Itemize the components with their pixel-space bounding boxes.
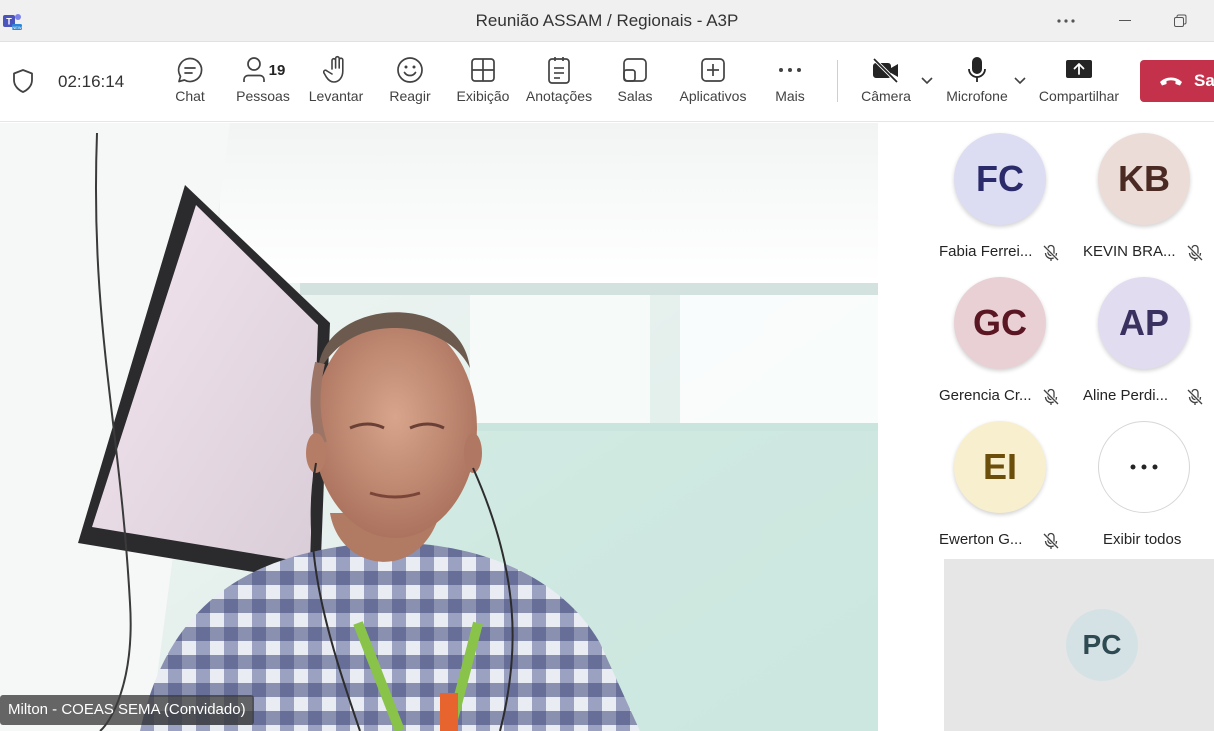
mic-off-icon — [1042, 532, 1060, 550]
microphone-button[interactable]: Microfone — [944, 54, 1010, 114]
camera-options-chevron-icon[interactable] — [920, 76, 934, 86]
participant-tile[interactable]: FC Fabia Ferrei... — [934, 131, 1064, 262]
participant-tile[interactable]: KB KEVIN BRA... — [1078, 131, 1208, 262]
avatar-initials: GC — [973, 302, 1027, 343]
raise-hand-label: Levantar — [308, 88, 364, 104]
minimize-button[interactable] — [1105, 6, 1145, 36]
breakout-rooms-button[interactable]: Salas — [617, 54, 653, 114]
avatar-initials: FC — [976, 158, 1024, 199]
pinned-participant-tile[interactable]: PC — [944, 559, 1214, 731]
rooms-label: Salas — [617, 88, 653, 104]
participant-video-feed — [0, 123, 878, 731]
avatar: AP — [1098, 277, 1190, 369]
participant-tile[interactable]: GC Gerencia Cr... — [934, 275, 1064, 406]
toolbar-divider — [837, 60, 838, 102]
shield-icon[interactable] — [11, 68, 35, 94]
microphone-options-chevron-icon[interactable] — [1013, 76, 1027, 86]
show-all-circle — [1098, 421, 1190, 513]
view-label: Exibição — [456, 88, 510, 104]
more-options-button[interactable] — [1046, 6, 1086, 36]
window-title: Reunião ASSAM / Regionais - A3P — [475, 11, 739, 30]
leave-label: Sa — [1194, 71, 1214, 90]
mic-off-icon — [1042, 388, 1060, 406]
avatar-initials: KB — [1118, 158, 1170, 199]
avatar-initials: AP — [1118, 302, 1169, 343]
chat-icon — [177, 57, 203, 83]
participants-gallery: FC Fabia Ferrei... KB KEVIN BRA... GC Ge… — [878, 123, 1214, 731]
participant-name: Ewerton G... — [939, 531, 1023, 548]
hang-up-icon — [1160, 77, 1182, 86]
avatar-initials: EI — [982, 446, 1017, 487]
camera-label: Câmera — [861, 88, 911, 104]
meeting-toolbar: 02:16:14 Chat 19 Pessoas Levantar Reagir… — [0, 42, 1214, 122]
people-label: Pessoas — [236, 88, 290, 104]
people-count-badge: 19 — [268, 61, 286, 79]
share-label: Compartilhar — [1038, 88, 1120, 104]
avatar-initials: PC — [1082, 629, 1122, 660]
ellipsis-icon — [779, 68, 801, 72]
notes-label: Anotações — [525, 88, 593, 104]
camera-off-icon — [872, 57, 899, 83]
react-button[interactable]: Reagir — [388, 54, 432, 114]
view-button[interactable]: Exibição — [456, 54, 510, 114]
restore-button[interactable] — [1160, 6, 1200, 36]
main-video-stage[interactable]: Milton - COEAS SEMA (Convidado) — [0, 123, 878, 731]
leave-button[interactable]: Sa — [1140, 60, 1214, 102]
show-all-label: Exibir todos — [1103, 531, 1182, 548]
show-all-participants-button[interactable]: Exibir todos — [1078, 419, 1208, 549]
chat-button[interactable]: Chat — [172, 54, 208, 114]
chat-label: Chat — [175, 88, 205, 104]
participant-name-tag: Milton - COEAS SEMA (Convidado) — [0, 695, 254, 725]
mic-off-icon — [1042, 244, 1060, 262]
participant-tile[interactable]: AP Aline Perdi... — [1078, 275, 1208, 406]
raise-hand-button[interactable]: Levantar — [308, 54, 364, 114]
ellipsis-icon — [1057, 19, 1075, 23]
apps-label: Aplicativos — [679, 88, 747, 104]
ellipsis-icon — [1130, 464, 1158, 470]
more-label: Mais — [775, 88, 805, 104]
grid-view-icon — [471, 58, 495, 82]
react-label: Reagir — [389, 88, 431, 104]
participant-name: Fabia Ferrei... — [939, 243, 1033, 260]
minimize-icon — [1119, 20, 1131, 21]
mic-off-icon — [1186, 244, 1204, 262]
camera-button[interactable]: Câmera — [860, 54, 912, 114]
restore-icon — [1174, 14, 1187, 27]
microphone-icon — [968, 57, 986, 82]
microphone-label: Microfone — [946, 88, 1008, 104]
rooms-icon — [623, 58, 647, 82]
notes-button[interactable]: Anotações — [524, 54, 594, 114]
participant-name: Aline Perdi... — [1083, 387, 1169, 404]
participant-name: Gerencia Cr... — [939, 387, 1032, 404]
more-button[interactable]: Mais — [772, 54, 808, 114]
add-app-icon — [701, 58, 725, 82]
raise-hand-icon — [323, 55, 344, 83]
apps-button[interactable]: Aplicativos — [677, 54, 749, 114]
title-bar: T NEW Reunião ASSAM / Regionais - A3P — [0, 0, 1214, 42]
people-icon — [242, 57, 265, 82]
avatar: EI — [954, 421, 1046, 513]
mic-off-icon — [1186, 388, 1204, 406]
smiley-icon — [397, 57, 423, 83]
share-button[interactable]: Compartilhar — [1036, 54, 1122, 114]
meeting-timer: 02:16:14 — [58, 72, 125, 91]
participant-tile[interactable]: EI Ewerton G... — [934, 419, 1064, 550]
avatar: GC — [954, 277, 1046, 369]
participant-name: KEVIN BRA... — [1083, 243, 1176, 260]
people-button[interactable]: 19 Pessoas — [234, 54, 292, 114]
avatar: PC — [1066, 609, 1138, 681]
share-screen-icon — [1066, 60, 1092, 78]
avatar: FC — [954, 133, 1046, 225]
notes-icon — [548, 57, 570, 84]
avatar: KB — [1098, 133, 1190, 225]
